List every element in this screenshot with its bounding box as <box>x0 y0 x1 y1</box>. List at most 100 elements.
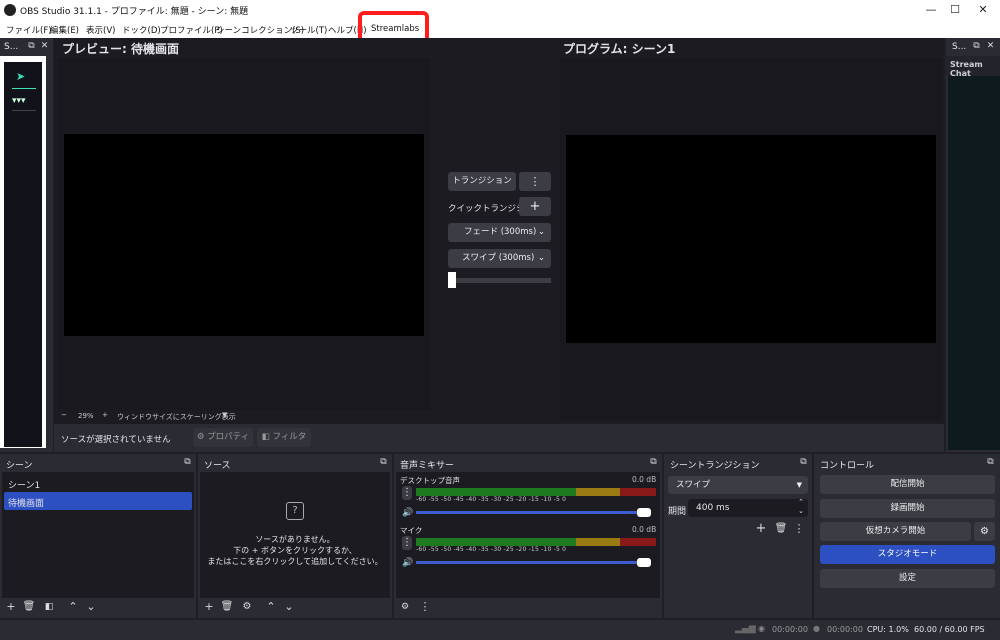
advanced-audio-icon[interactable]: ⚙ <box>398 600 412 614</box>
more-options-icon[interactable]: ⋮ <box>418 600 432 614</box>
meter-yellow <box>576 488 620 496</box>
studio-mode-button[interactable]: スタジオモード <box>820 545 995 564</box>
chevron-down-icon[interactable]: ⌄ <box>84 600 98 614</box>
speaker-icon[interactable]: 🔊 <box>402 508 413 518</box>
fade-transition-button[interactable]: フェード (300ms) ⌄ <box>448 223 551 242</box>
sources-title: ソース <box>204 461 231 471</box>
menu-profile[interactable]: プロファイル(P) <box>160 24 223 36</box>
meter-green <box>416 538 576 546</box>
float-icon[interactable]: ⧉ <box>797 456 810 469</box>
menu-view[interactable]: 表示(V) <box>86 24 115 36</box>
scenes-toolbar: + 🗑 ◧ ⌃ ⌄ <box>4 600 194 616</box>
stream-chat-content <box>948 76 1000 450</box>
volume-slider-track[interactable] <box>416 561 644 564</box>
filters-label: フィルタ <box>272 432 307 442</box>
properties-button[interactable]: ⚙ プロパティ <box>193 428 253 447</box>
volume-slider-handle[interactable] <box>637 508 651 517</box>
swipe-transition-button[interactable]: スワイプ (300ms) ⌄ <box>448 249 551 268</box>
gear-icon[interactable]: ⚙ <box>240 600 254 614</box>
t-bar-handle[interactable] <box>448 272 456 288</box>
add-icon[interactable]: + <box>202 600 216 614</box>
duration-input[interactable]: 400 ms ⌃ ⌄ <box>688 498 808 517</box>
record-icon: ● <box>813 624 820 633</box>
properties-label: プロパティ <box>207 432 250 442</box>
add-icon[interactable]: + <box>754 522 768 536</box>
more-options-icon[interactable]: ⋮ <box>519 172 551 191</box>
chevron-down-icon: ⌄ <box>537 253 545 263</box>
duration-value: 400 ms <box>696 503 730 513</box>
menu-edit[interactable]: 編集(E) <box>50 24 79 36</box>
spinner-arrows-icon[interactable]: ⌃ ⌄ <box>798 498 804 516</box>
duration-label: 期間 <box>668 507 687 517</box>
trash-icon[interactable]: 🗑 <box>22 600 36 614</box>
menu-file[interactable]: ファイル(F) <box>6 24 52 36</box>
more-options-icon[interactable]: ⋮ <box>402 486 412 500</box>
transition-select[interactable]: スワイプ ▼ <box>668 476 808 494</box>
add-quick-transition-button[interactable]: + <box>519 197 551 216</box>
scene-item-selected[interactable]: 待機画面 <box>4 492 192 510</box>
float-icon[interactable]: ⧉ <box>25 40 38 53</box>
left-dock-title: S... <box>4 42 19 52</box>
menu-dock[interactable]: ドック(D) <box>122 24 161 36</box>
chevron-down-icon: ⌄ <box>537 227 545 237</box>
speaker-icon[interactable]: 🔊 <box>402 558 413 568</box>
volume-slider-track[interactable] <box>416 511 644 514</box>
more-options-icon[interactable]: ⋮ <box>402 536 412 550</box>
record-time: 00:00:00 <box>827 625 863 634</box>
float-icon[interactable]: ⧉ <box>181 456 194 469</box>
stream-chat-header: Stream Chat <box>946 56 1000 78</box>
trash-icon[interactable]: 🗑 <box>774 522 788 536</box>
chevron-down-icon[interactable]: ⌄ <box>282 600 296 614</box>
float-icon[interactable]: ⧉ <box>984 456 997 469</box>
trash-icon[interactable]: 🗑 <box>220 600 234 614</box>
right-dock: S... ⧉ ✕ Stream Chat <box>946 38 1000 452</box>
empty-sources-line1: ソースがありません。 <box>255 535 335 544</box>
meter-green <box>416 488 576 496</box>
stream-time: 00:00:00 <box>772 625 808 634</box>
send-icon[interactable]: ➤ <box>16 70 25 83</box>
transition-button[interactable]: トランジション <box>448 172 516 191</box>
volume-meter <box>416 538 656 546</box>
program-title: プログラム: シーン1 <box>563 42 676 56</box>
settings-button[interactable]: 設定 <box>820 569 995 588</box>
left-dock-content: ➤ ▾▾▾ <box>0 56 46 448</box>
more-options-icon[interactable]: ⋮ <box>792 522 806 536</box>
no-source-label: ソースが選択されていません <box>61 435 171 445</box>
chevron-up-icon[interactable]: ⌃ <box>66 600 80 614</box>
stream-icon: ◉ <box>758 624 765 633</box>
filters-button[interactable]: ◧ フィルタ <box>257 428 311 447</box>
add-icon[interactable]: + <box>4 600 18 614</box>
float-icon[interactable]: ⧉ <box>970 40 983 53</box>
start-virtual-camera-button[interactable]: 仮想カメラ開始 <box>820 522 971 541</box>
preview-canvas[interactable] <box>64 134 424 336</box>
zoom-out-button[interactable]: − <box>61 411 67 419</box>
start-streaming-button[interactable]: 配信開始 <box>820 475 995 494</box>
streamlabs-sidebar: ➤ ▾▾▾ <box>4 62 42 447</box>
filter-icon[interactable]: ◧ <box>42 600 56 614</box>
preview-title: プレビュー: 待機画面 <box>62 42 179 56</box>
menu-tools[interactable]: ツール(T) <box>290 24 327 36</box>
volume-slider-handle[interactable] <box>637 558 651 567</box>
controls-dock: コントロール ⧉ 配信開始 録画開始 仮想カメラ開始 ⚙ スタジオモード 設定 <box>814 454 1000 618</box>
close-window-button[interactable]: ✕ <box>960 0 1000 20</box>
scene-item[interactable]: シーン1 <box>2 474 194 492</box>
t-bar-track <box>448 278 551 283</box>
close-icon[interactable]: ✕ <box>38 40 51 53</box>
audio-mixer-dock: 音声ミキサー ⧉ デスクトップ音声 0.0 dB ⋮ -60 -55 -50 -… <box>394 454 662 618</box>
float-icon[interactable]: ⧉ <box>647 456 660 469</box>
filter-icon: ◧ <box>261 432 270 442</box>
tip-icon[interactable]: ▾▾▾ <box>12 96 26 106</box>
fps-display: 60.00 / 60.00 FPS <box>914 625 985 634</box>
start-recording-button[interactable]: 録画開始 <box>820 499 995 518</box>
close-icon[interactable]: ✕ <box>984 40 997 53</box>
scaling-mode[interactable]: ウィンドウサイズにスケーリング表示 <box>117 412 236 422</box>
zoom-in-button[interactable]: + <box>102 411 108 419</box>
gear-icon[interactable]: ⚙ <box>974 522 995 541</box>
channel-name: デスクトップ音声 <box>400 476 460 485</box>
volume-meter <box>416 488 656 496</box>
float-icon[interactable]: ⧉ <box>377 456 390 469</box>
mixer-toolbar: ⚙ ⋮ <box>398 600 598 616</box>
chevron-down-icon[interactable]: ▼ <box>222 411 227 419</box>
chevron-up-icon[interactable]: ⌃ <box>264 600 278 614</box>
source-list[interactable]: ? ソースがありません。 下の + ボタンをクリックするか、 またはここを右クリ… <box>200 472 390 598</box>
